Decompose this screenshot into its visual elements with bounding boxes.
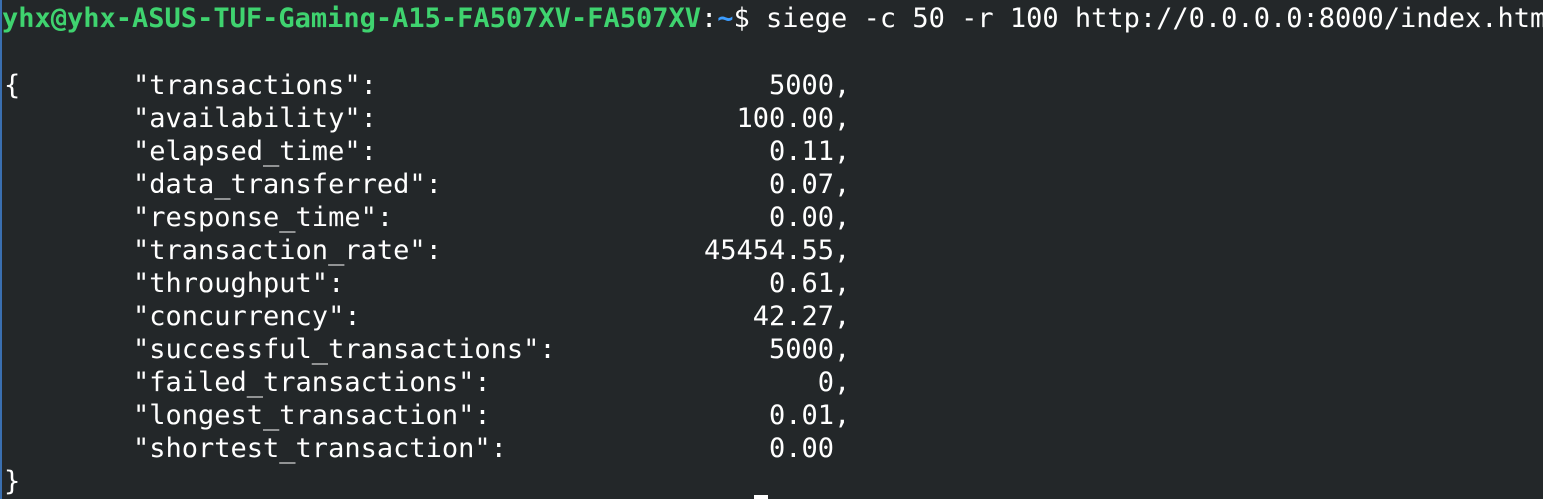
json-comma: , xyxy=(834,202,851,233)
json-comma: , xyxy=(834,400,851,431)
prompt-separator: : xyxy=(700,3,718,34)
json-key: "transaction_rate": xyxy=(133,235,442,266)
json-comma: , xyxy=(834,70,851,101)
prompt-line: yhx@yhx-ASUS-TUF-Gaming-A15-FA507XV-FA50… xyxy=(2,2,1543,35)
json-comma: , xyxy=(834,301,851,332)
json-key: "failed_transactions": xyxy=(133,367,491,398)
command-text: siege -c 50 -r 100 http://0.0.0.0:8000/i… xyxy=(766,3,1543,34)
window-left-border xyxy=(0,0,2,499)
json-value: 0.61 xyxy=(768,268,834,299)
json-key: "transactions": xyxy=(133,70,377,101)
json-value: 0.07 xyxy=(768,169,834,200)
json-comma: , xyxy=(834,268,851,299)
json-key: "availability": xyxy=(133,103,377,134)
prompt-user-host: yhx@yhx-ASUS-TUF-Gaming-A15-FA507XV-FA50… xyxy=(2,3,701,34)
open-brace: { xyxy=(4,70,21,101)
json-comma: , xyxy=(834,136,851,167)
json-value: 5000 xyxy=(768,334,834,365)
json-comma: , xyxy=(834,334,851,365)
prompt-path: ~ xyxy=(717,3,734,34)
json-comma: , xyxy=(834,103,851,134)
json-value: 45454.55 xyxy=(703,235,834,266)
json-key: "elapsed_time": xyxy=(133,136,377,167)
json-value: 42.27 xyxy=(752,301,834,332)
json-key: "data_transferred": xyxy=(133,169,442,200)
json-key: "longest_transaction": xyxy=(133,400,491,431)
terminal-window[interactable]: yhx@yhx-ASUS-TUF-Gaming-A15-FA507XV-FA50… xyxy=(0,0,1543,499)
json-key: "throughput": xyxy=(133,268,345,299)
prompt-symbol: $ xyxy=(733,3,767,34)
json-key: "response_time": xyxy=(133,202,394,233)
text-cursor xyxy=(754,495,768,499)
json-value: 0.01 xyxy=(768,400,834,431)
json-value: 0.00 xyxy=(768,433,834,464)
json-comma: , xyxy=(834,367,851,398)
json-value: 0 xyxy=(817,367,834,398)
json-key: "concurrency": xyxy=(133,301,361,332)
json-key: "shortest_transaction": xyxy=(133,433,507,464)
json-value: 100.00 xyxy=(736,103,834,134)
json-value: 0.11 xyxy=(768,136,834,167)
close-brace: } xyxy=(4,466,21,497)
json-value: 5000 xyxy=(768,70,834,101)
json-value: 0.00 xyxy=(768,202,834,233)
json-comma: , xyxy=(834,235,851,266)
json-key: "successful_transactions": xyxy=(133,334,556,365)
json-comma: , xyxy=(834,169,851,200)
